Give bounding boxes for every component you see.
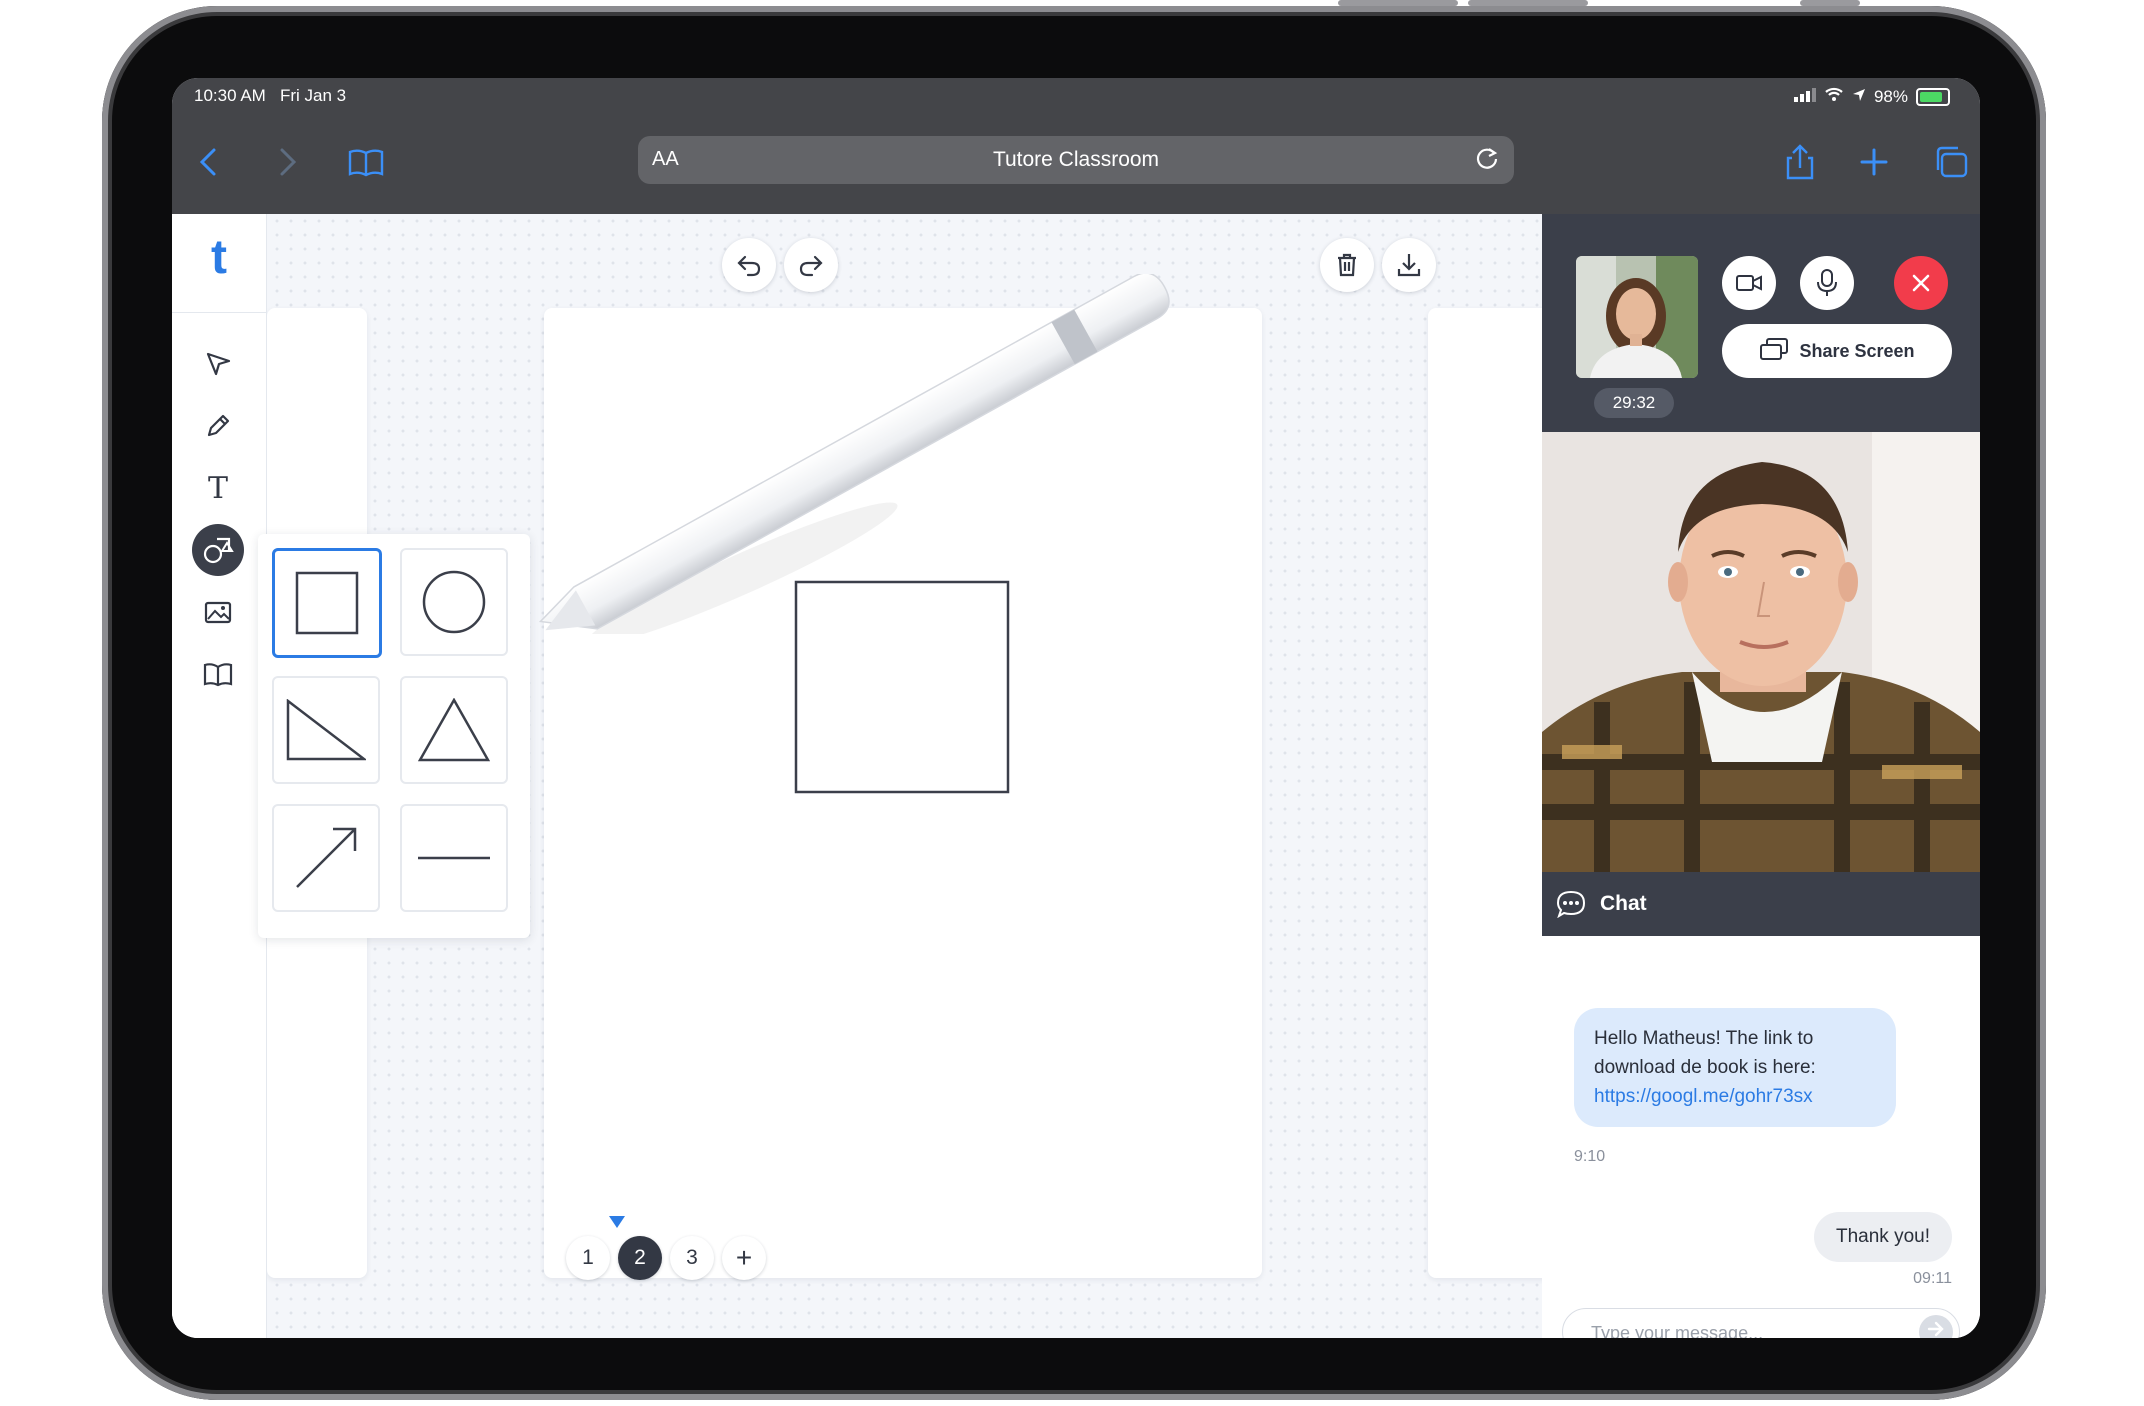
- image-icon[interactable]: [192, 586, 244, 638]
- call-controls: 29:32 Share Screen: [1542, 214, 1980, 432]
- divider: [172, 312, 266, 313]
- microphone-icon[interactable]: [1800, 256, 1854, 310]
- self-video-thumbnail[interactable]: [1576, 256, 1698, 378]
- message-placeholder: Type your message...: [1591, 1323, 1764, 1338]
- message-text: Hello Matheus! The link to download de b…: [1594, 1028, 1816, 1078]
- message-time: 09:11: [1913, 1270, 1952, 1287]
- bookmarks-icon[interactable]: [344, 140, 388, 184]
- outgoing-message: Thank you!: [1814, 1212, 1952, 1262]
- stylus-illustration: [538, 274, 1170, 634]
- status-indicators: 98%: [1793, 86, 1950, 107]
- send-icon[interactable]: [1919, 1315, 1953, 1338]
- arrow-icon[interactable]: [272, 804, 380, 912]
- page-title: Tutore Classroom: [992, 148, 1160, 171]
- text-icon[interactable]: T: [192, 462, 244, 514]
- location-icon: [1852, 87, 1866, 107]
- square-icon[interactable]: [272, 548, 382, 658]
- forward-icon[interactable]: [264, 140, 308, 184]
- add-page-button[interactable]: +: [722, 1236, 766, 1280]
- chat-header: Chat: [1542, 872, 1980, 936]
- circle-icon[interactable]: [400, 548, 508, 656]
- tool-sidebar: t T: [172, 214, 267, 1338]
- book-icon[interactable]: [192, 648, 244, 700]
- camera-icon[interactable]: [1722, 256, 1776, 310]
- message-time: 9:10: [1574, 1148, 1606, 1165]
- current-page-marker: [609, 1216, 625, 1228]
- screen: 10:30 AM Fri Jan 3 98% AA Tutore Classro…: [172, 78, 1980, 1338]
- share-icon[interactable]: [1778, 140, 1822, 184]
- signal-icon: [1793, 87, 1816, 107]
- status-time: 10:30 AM: [194, 86, 266, 105]
- message-input[interactable]: Type your message...: [1562, 1308, 1960, 1338]
- call-panel: 29:32 Share Screen Chat Hello Matheus! T…: [1542, 214, 1980, 1338]
- chat-messages: Hello Matheus! The link to download de b…: [1542, 936, 1980, 1338]
- chat-bubble-icon: [1556, 890, 1586, 924]
- shape-picker: [258, 534, 530, 938]
- end-call-icon[interactable]: [1894, 256, 1948, 310]
- pencil-icon[interactable]: [192, 400, 244, 452]
- next-page-preview[interactable]: [1428, 308, 1558, 1278]
- tabs-icon[interactable]: [1928, 140, 1972, 184]
- back-icon[interactable]: [188, 140, 232, 184]
- page-button-1[interactable]: 1: [566, 1236, 610, 1280]
- incoming-message: Hello Matheus! The link to download de b…: [1574, 1008, 1896, 1127]
- page-button-2[interactable]: 2: [618, 1236, 662, 1280]
- share-screen-label: Share Screen: [1799, 340, 1915, 361]
- volume-button: [1338, 0, 1458, 6]
- redo-icon[interactable]: [784, 238, 838, 292]
- status-date: Fri Jan 3: [280, 86, 347, 105]
- tutore-logo[interactable]: t: [197, 234, 241, 282]
- status-bar: 10:30 AM Fri Jan 3 98%: [172, 78, 1980, 116]
- right-triangle-icon[interactable]: [272, 676, 380, 784]
- screen-share-icon: [1759, 337, 1789, 366]
- chat-title: Chat: [1600, 892, 1647, 915]
- shapes-icon[interactable]: [192, 524, 244, 576]
- battery-percent: 98%: [1873, 86, 1908, 106]
- whiteboard[interactable]: t T 1 2 3 +: [172, 214, 1558, 1338]
- browser-toolbar: AA Tutore Classroom: [172, 116, 1980, 214]
- address-bar[interactable]: AA Tutore Classroom: [638, 136, 1514, 184]
- download-icon[interactable]: [1382, 238, 1436, 292]
- new-tab-icon[interactable]: [1852, 140, 1896, 184]
- page-button-3[interactable]: 3: [670, 1236, 714, 1280]
- volume-button: [1468, 0, 1588, 6]
- battery-icon: [1916, 87, 1950, 106]
- power-button: [1800, 0, 1860, 6]
- line-icon[interactable]: [400, 804, 508, 912]
- reload-icon[interactable]: [1474, 145, 1500, 178]
- call-timer: 29:32: [1594, 388, 1674, 418]
- undo-icon[interactable]: [722, 238, 776, 292]
- wifi-icon: [1824, 86, 1844, 107]
- pointer-icon[interactable]: [192, 338, 244, 390]
- trash-icon[interactable]: [1320, 238, 1374, 292]
- share-screen-button[interactable]: Share Screen: [1722, 324, 1952, 378]
- remote-video[interactable]: [1542, 432, 1980, 872]
- triangle-icon[interactable]: [400, 676, 508, 784]
- message-link[interactable]: https://googl.me/gohr73sx: [1594, 1086, 1813, 1107]
